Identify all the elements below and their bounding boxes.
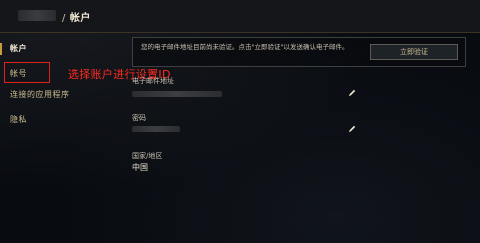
verify-email-message: 您的电子邮件地址目前尚未验证。点击"立即验证"以发送确认电子邮件。 bbox=[141, 43, 349, 51]
sidebar-item-privacy[interactable]: 隐私 bbox=[10, 114, 27, 125]
password-value-redacted bbox=[132, 126, 180, 132]
breadcrumb-separator: / bbox=[62, 13, 66, 24]
header-bar: / 帐户 bbox=[0, 0, 480, 33]
email-label: 电子邮件地址 bbox=[132, 77, 174, 85]
country-label: 国家/地区 bbox=[132, 152, 163, 160]
edit-password-icon[interactable] bbox=[347, 124, 357, 134]
country-value: 中国 bbox=[132, 163, 148, 172]
account-settings-page: / 帐户 帐户 帐号 连接的应用程序 隐私 选择账户进行设置ID 您的电子邮件地址… bbox=[0, 0, 480, 243]
active-indicator bbox=[0, 43, 2, 55]
highlight-box bbox=[4, 62, 50, 83]
page-title-text: 帐户 bbox=[69, 13, 91, 24]
verify-now-button[interactable]: 立即验证 bbox=[370, 44, 458, 60]
page-title: / 帐户 bbox=[62, 9, 91, 24]
verify-email-banner: 您的电子邮件地址目前尚未验证。点击"立即验证"以发送确认电子邮件。 立即验证 bbox=[132, 37, 466, 67]
sidebar-item-account[interactable]: 帐户 bbox=[10, 43, 27, 54]
username-redacted bbox=[18, 10, 56, 21]
email-value-redacted bbox=[132, 91, 222, 97]
password-label: 密码 bbox=[132, 114, 146, 122]
sidebar-item-connected-apps[interactable]: 连接的应用程序 bbox=[10, 89, 70, 100]
edit-email-icon[interactable] bbox=[347, 88, 357, 98]
